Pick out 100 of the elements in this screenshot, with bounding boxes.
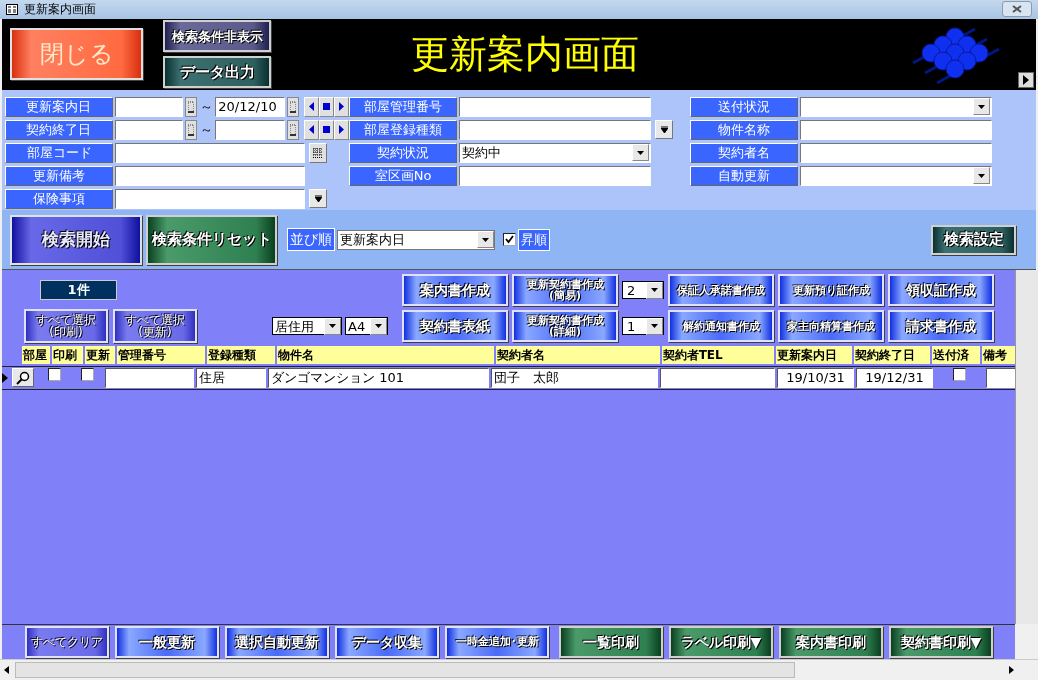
calendar-icon — [188, 100, 195, 113]
left-triangle-icon — [309, 125, 315, 135]
field-label: 契約者名 — [690, 142, 798, 163]
toolbar-button[interactable]: ラベル印刷▼ — [669, 625, 773, 658]
input-field[interactable] — [459, 119, 651, 140]
column-header: 管理番号 — [117, 346, 205, 365]
toolbar-button[interactable]: すべてクリア — [25, 625, 109, 658]
toolbar-button[interactable]: 一覧印刷 — [559, 625, 663, 658]
toolbar-button[interactable]: 一般更新 — [115, 625, 219, 658]
calendar-button[interactable] — [287, 96, 300, 117]
action-button[interactable]: 更新預り証作成 — [778, 274, 884, 307]
search-icon — [15, 370, 30, 385]
toolbar-button[interactable]: 一時金追加･更新 — [445, 625, 549, 658]
action-button[interactable]: 請求書作成 — [888, 310, 994, 343]
expand-button[interactable] — [1018, 72, 1034, 89]
dropdown-arrow-icon — [482, 237, 489, 242]
dropdown-button[interactable] — [973, 167, 990, 185]
next-button[interactable] — [334, 96, 350, 117]
calendar-button[interactable] — [185, 96, 198, 117]
input-field[interactable] — [800, 119, 992, 140]
input-field[interactable] — [115, 142, 305, 163]
checkbox[interactable] — [953, 368, 966, 382]
search-start-button[interactable]: 検索開始 — [10, 214, 142, 265]
input-field[interactable] — [114, 96, 184, 117]
toolbar-button[interactable]: 選択自動更新 — [225, 625, 329, 658]
action-button[interactable]: 家主向精算書作成 — [778, 310, 884, 343]
action-button[interactable]: 契約書表紙 — [402, 310, 508, 343]
stop-button[interactable] — [319, 119, 335, 140]
toolbar-button[interactable]: 契約書印刷▼ — [889, 625, 993, 658]
select-all-print-button[interactable]: すべて選択 (印刷) — [24, 309, 108, 344]
field-label: 室区画No — [349, 165, 457, 186]
multi-select-button[interactable] — [655, 120, 673, 140]
action-button[interactable]: 領収証作成 — [888, 274, 994, 307]
input-field[interactable] — [459, 96, 651, 117]
combo-box[interactable] — [800, 96, 992, 117]
input-field[interactable] — [115, 188, 305, 209]
form-icon — [6, 3, 18, 15]
field-label: 自動更新 — [690, 165, 798, 186]
dropdown-button[interactable] — [632, 144, 649, 162]
multi-select-button[interactable] — [309, 189, 327, 209]
double-arrow-down-icon — [314, 195, 322, 203]
right-triangle-icon — [339, 102, 345, 112]
copies-select[interactable]: 1 — [622, 317, 664, 336]
dropdown-button[interactable] — [324, 317, 341, 335]
square-icon — [323, 103, 331, 111]
dropdown-button[interactable] — [370, 317, 387, 335]
dropdown-arrow-icon — [651, 324, 658, 329]
lookup-button[interactable] — [309, 142, 327, 163]
close-button[interactable] — [1002, 1, 1032, 18]
range-separator: ～ — [199, 120, 214, 139]
column-header: 契約終了日 — [854, 346, 930, 365]
input-field[interactable] — [115, 165, 305, 186]
dropdown-button[interactable] — [646, 317, 663, 335]
dropdown-button[interactable] — [477, 231, 494, 249]
action-button[interactable]: 解約通知書作成 — [668, 310, 774, 343]
table-cell: 団子 太郎 — [491, 368, 658, 389]
reset-button[interactable]: 検索条件リセット — [146, 214, 277, 265]
input-field[interactable] — [215, 119, 286, 140]
result-count: 1件 — [40, 280, 117, 301]
horizontal-scrollbar[interactable] — [0, 659, 1038, 680]
copies-select[interactable]: 2 — [622, 281, 664, 300]
export-button[interactable]: データ出力 — [163, 56, 271, 89]
select-all-update-button[interactable]: すべて選択 (更新) — [113, 309, 197, 344]
dropdown-button[interactable] — [646, 281, 663, 299]
calendar-icon — [188, 123, 195, 136]
input-field[interactable] — [800, 142, 992, 163]
search-settings-button[interactable]: 検索設定 — [931, 224, 1016, 255]
hide-conditions-button[interactable]: 検索条件非表示 — [163, 20, 271, 53]
next-button[interactable] — [334, 119, 350, 140]
input-field[interactable] — [459, 165, 651, 186]
input-field[interactable] — [114, 119, 184, 140]
action-button[interactable]: 更新契約書作成 (詳細) — [512, 310, 618, 343]
action-button[interactable]: 更新契約書作成 (簡易) — [512, 274, 618, 307]
toolbar-button[interactable]: 案内書印刷 — [779, 625, 883, 658]
sort-select[interactable]: 更新案内日 — [337, 229, 495, 250]
combo-box[interactable]: 契約中 — [459, 142, 651, 163]
calendar-button[interactable] — [287, 119, 300, 140]
scrollbar-thumb[interactable] — [15, 662, 795, 679]
action-button[interactable]: 案内書作成 — [402, 274, 508, 307]
paper-size-select[interactable]: A4 — [345, 317, 388, 336]
dropdown-arrow-icon — [978, 104, 985, 109]
checkbox[interactable] — [81, 368, 94, 382]
ascending-label: 昇順 — [518, 229, 550, 251]
close-form-button[interactable]: 閉じる — [10, 28, 143, 81]
previous-button[interactable] — [304, 119, 320, 140]
field-label: 部屋管理番号 — [349, 96, 457, 117]
input-field[interactable]: 20/12/10 — [215, 96, 286, 117]
usage-select[interactable]: 居住用 — [272, 317, 342, 336]
dropdown-button[interactable] — [973, 98, 990, 116]
field-label: 送付状況 — [690, 96, 798, 117]
search-button[interactable] — [11, 368, 34, 388]
stop-button[interactable] — [319, 96, 335, 117]
previous-button[interactable] — [304, 96, 320, 117]
checkbox[interactable] — [503, 233, 516, 247]
calendar-button[interactable] — [185, 119, 198, 140]
action-button[interactable]: 保証人承諾書作成 — [668, 274, 774, 307]
toolbar-button[interactable]: データ収集 — [335, 625, 439, 658]
table-cell: 住居 — [196, 368, 266, 389]
combo-box[interactable] — [800, 165, 992, 186]
checkbox[interactable] — [48, 368, 61, 382]
